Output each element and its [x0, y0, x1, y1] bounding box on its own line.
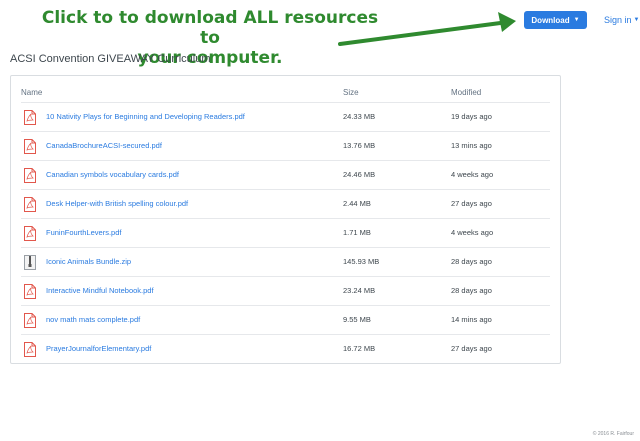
file-size: 24.33 MB [343, 112, 376, 121]
file-row[interactable]: PrayerJournalforElementary.pdf 16.72 MB 27… [21, 334, 550, 363]
pdf-file-icon [24, 342, 36, 357]
pdf-file-icon [24, 284, 36, 299]
file-modified: 27 days ago [451, 344, 492, 353]
green-arrow-icon [338, 12, 516, 46]
file-name-link[interactable]: Desk Helper-with British spelling colour… [46, 199, 188, 208]
file-modified: 4 weeks ago [451, 170, 494, 179]
file-size: 145.93 MB [343, 257, 380, 266]
file-row[interactable]: Interactive Mindful Notebook.pdf 23.24 MB… [21, 276, 550, 305]
file-name-link[interactable]: PrayerJournalforElementary.pdf [46, 344, 151, 353]
pdf-file-icon [24, 139, 36, 154]
file-modified: 28 days ago [451, 286, 492, 295]
caret-down-icon: ▼ [633, 17, 640, 23]
file-row[interactable]: Canadian symbols vocabulary cards.pdf 24.… [21, 160, 550, 189]
file-modified: 28 days ago [451, 257, 492, 266]
folder-title: ACSI Convention GIVEAWAY Curriculum [10, 53, 211, 65]
file-size: 13.76 MB [343, 141, 376, 150]
pdf-file-icon [24, 313, 36, 328]
sign-in-label: Sign in [604, 15, 632, 25]
pdf-file-icon [24, 168, 36, 183]
file-row[interactable]: 10 Nativity Plays for Beginning and Deve… [21, 102, 550, 131]
file-row[interactable]: CanadaBrochureACSI-secured.pdf 13.76 MB 13… [21, 131, 550, 160]
file-row[interactable]: FuninFourthLevers.pdf 1.71 MB 4 weeks ago [21, 218, 550, 247]
file-modified: 13 mins ago [451, 141, 492, 150]
copyright-text: © 2016 R. Fairfour [592, 431, 634, 437]
zip-file-icon [24, 255, 36, 270]
file-name-link[interactable]: 10 Nativity Plays for Beginning and Deve… [46, 112, 245, 121]
caret-down-icon: ▼ [573, 17, 580, 23]
file-name-link[interactable]: nov math mats complete.pdf [46, 315, 140, 324]
column-header-name[interactable]: Name [21, 88, 42, 97]
column-header-modified[interactable]: Modified [451, 88, 481, 97]
download-button[interactable]: Download ▼ [524, 11, 587, 29]
file-row[interactable]: nov math mats complete.pdf 9.55 MB 14 mins… [21, 305, 550, 334]
file-list-panel: Name Size Modified 10 Nativity Plays for… [10, 75, 561, 364]
pdf-file-icon [24, 197, 36, 212]
file-name-link[interactable]: CanadaBrochureACSI-secured.pdf [46, 141, 162, 150]
file-name-link[interactable]: Iconic Animals Bundle.zip [46, 257, 131, 266]
file-modified: 27 days ago [451, 199, 492, 208]
file-size: 2.44 MB [343, 199, 371, 208]
download-button-label: Download [531, 15, 570, 25]
file-modified: 14 mins ago [451, 315, 492, 324]
file-size: 9.55 MB [343, 315, 371, 324]
pdf-file-icon [24, 226, 36, 241]
file-row[interactable]: Desk Helper-with British spelling colour… [21, 189, 550, 218]
file-name-link[interactable]: Canadian symbols vocabulary cards.pdf [46, 170, 179, 179]
file-size: 24.46 MB [343, 170, 376, 179]
file-size: 23.24 MB [343, 286, 376, 295]
file-row[interactable]: Iconic Animals Bundle.zip 145.93 MB 28 day… [21, 247, 550, 276]
file-size: 1.71 MB [343, 228, 371, 237]
column-header-size[interactable]: Size [343, 88, 359, 97]
pdf-file-icon [24, 110, 36, 125]
file-modified: 19 days ago [451, 112, 492, 121]
file-name-link[interactable]: Interactive Mindful Notebook.pdf [46, 286, 154, 295]
sign-in-link[interactable]: Sign in ▼ [604, 15, 639, 25]
file-modified: 4 weeks ago [451, 228, 494, 237]
file-name-link[interactable]: FuninFourthLevers.pdf [46, 228, 121, 237]
file-size: 16.72 MB [343, 344, 376, 353]
